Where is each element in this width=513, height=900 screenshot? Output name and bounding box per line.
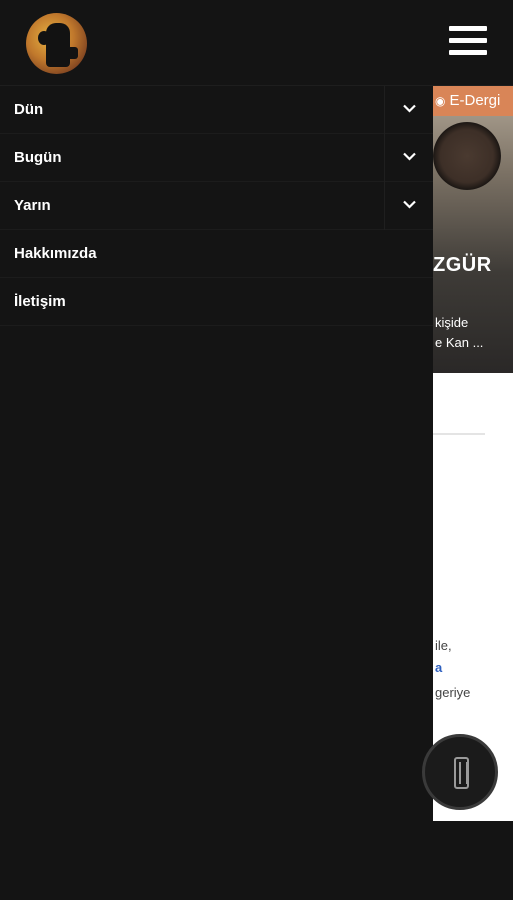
menu-item-label: İletişim — [14, 293, 66, 310]
edergi-badge[interactable]: ◉ E-Dergi — [433, 86, 513, 116]
chevron-down-icon — [403, 104, 416, 113]
edergi-badge-label: E-Dergi — [449, 92, 501, 109]
site-logo-icon[interactable] — [26, 13, 87, 74]
menu-item-label: Dün — [14, 101, 44, 118]
content-divider — [433, 433, 485, 435]
menu-item-dun[interactable]: Dün — [0, 86, 433, 134]
chevron-down-icon — [403, 200, 416, 209]
body-text-line-1: ile, — [435, 638, 452, 653]
body-text-line-3: geriye — [435, 685, 471, 700]
hero-subtitle-line-1: kişide — [435, 315, 469, 330]
magazine-icon: ◉ — [435, 94, 446, 108]
menu-item-yarin[interactable]: Yarın — [0, 182, 433, 230]
body-link-text[interactable]: a — [435, 660, 442, 675]
hamburger-menu-icon[interactable] — [449, 26, 487, 60]
chevron-down-icon — [403, 152, 416, 161]
logo-figure — [38, 23, 78, 67]
menu-item-label: Hakkımızda — [14, 245, 97, 262]
menu-item-iletisim[interactable]: İletişim — [0, 278, 433, 326]
background-page: ◉ E-Dergi ZGÜR kişide e Kan ... ile, a ge… — [433, 86, 513, 821]
coffee-image — [433, 122, 501, 190]
nav-menu: Dün Bugün Yarın Hakkımızda İletişim — [0, 86, 433, 900]
ashtray-icon — [454, 757, 469, 789]
hamburger-bar — [449, 50, 487, 55]
menu-item-label: Yarın — [14, 197, 51, 214]
hero-banner[interactable]: ◉ E-Dergi ZGÜR kişide e Kan ... — [433, 86, 513, 373]
floating-action-button[interactable] — [422, 734, 498, 810]
hamburger-bar — [449, 26, 487, 31]
menu-item-label: Bugün — [14, 149, 62, 166]
menu-item-dun-expand-toggle[interactable] — [384, 86, 433, 134]
hero-subtitle-line-2: e Kan ... — [435, 335, 484, 350]
menu-item-hakkimizda[interactable]: Hakkımızda — [0, 230, 433, 278]
top-header — [0, 0, 513, 86]
hamburger-bar — [449, 38, 487, 43]
hero-title: ZGÜR — [433, 254, 492, 276]
menu-item-bugun[interactable]: Bugün — [0, 134, 433, 182]
menu-item-bugun-expand-toggle[interactable] — [384, 134, 433, 182]
menu-item-yarin-expand-toggle[interactable] — [384, 182, 433, 230]
page: ◉ E-Dergi ZGÜR kişide e Kan ... ile, a ge… — [0, 0, 513, 900]
